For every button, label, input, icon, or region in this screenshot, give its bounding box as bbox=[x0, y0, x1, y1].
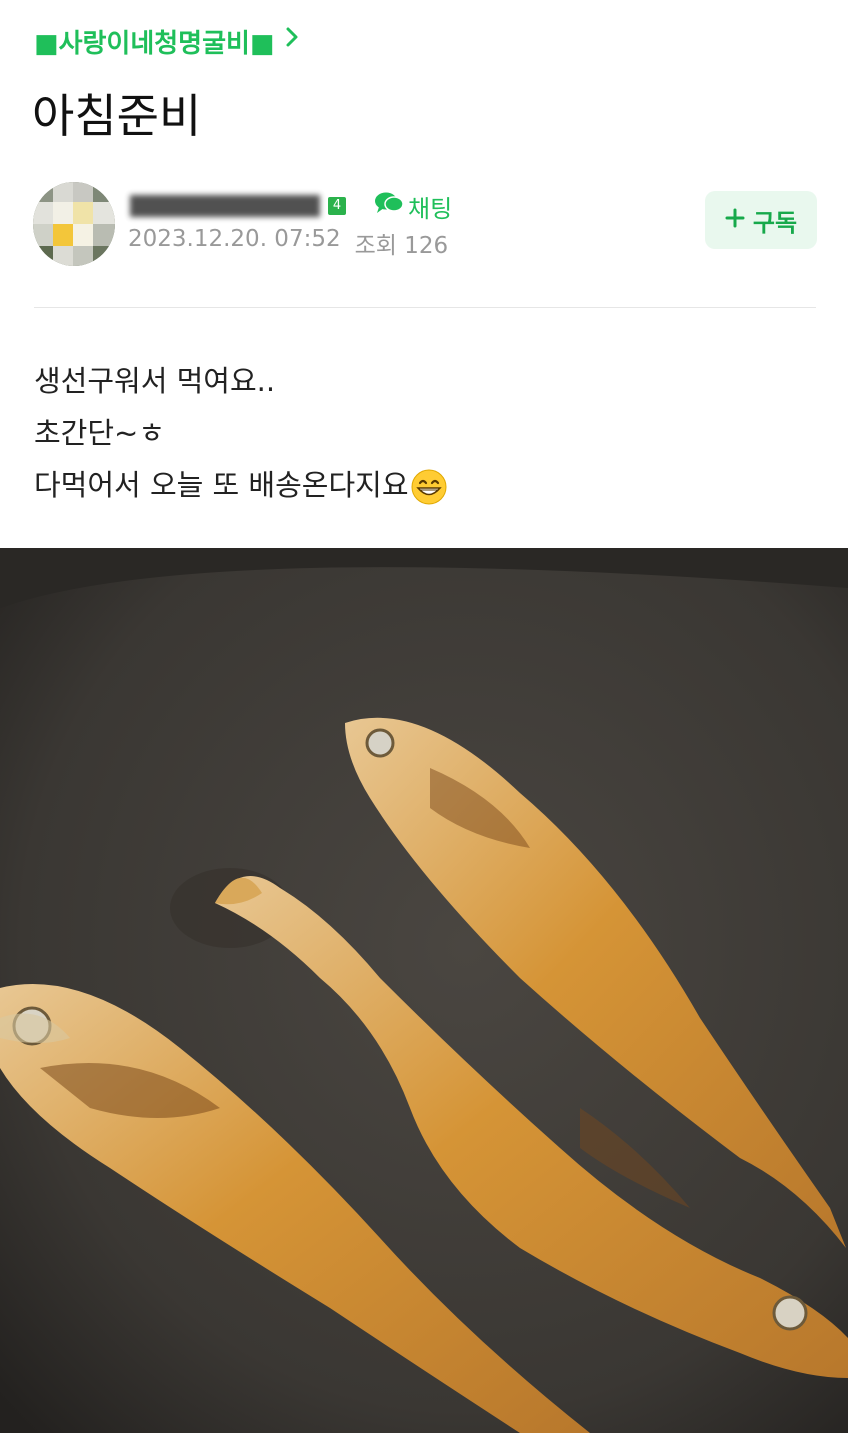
view-count: 조회 126 bbox=[354, 233, 449, 259]
body-line: 초간단~ㅎ bbox=[34, 416, 166, 450]
author-name[interactable]: ******** **** bbox=[130, 195, 320, 223]
subscribe-label: 구독 bbox=[752, 208, 798, 237]
subscribe-button[interactable]: 구독 bbox=[705, 191, 817, 249]
chat-button[interactable]: 채팅 bbox=[374, 189, 452, 224]
post-date: 2023.12.20. 07:52 bbox=[128, 226, 341, 252]
cafe-name: ■사랑이네청명굴비■ bbox=[34, 28, 275, 59]
cafe-name-link[interactable]: ■사랑이네청명굴비■ bbox=[34, 22, 299, 60]
body-line: 다먹어서 오늘 또 배송온다지요 bbox=[34, 468, 409, 502]
chevron-right-icon bbox=[285, 25, 299, 55]
body-line: 생선구워서 먹여요.. bbox=[34, 364, 276, 398]
header-divider bbox=[34, 307, 816, 308]
chat-bubble-icon bbox=[374, 191, 404, 221]
post-title: 아침준비 bbox=[32, 89, 202, 143]
member-grade-badge: 4 bbox=[328, 197, 346, 215]
post-body: 생선구워서 먹여요.. 초간단~ㅎ 다먹어서 오늘 또 배송온다지요 bbox=[34, 355, 447, 511]
post-photo[interactable] bbox=[0, 548, 848, 1433]
plus-icon bbox=[725, 206, 745, 234]
grinning-face-icon bbox=[411, 469, 447, 505]
author-avatar[interactable] bbox=[33, 182, 115, 266]
body-line-with-emoji: 다먹어서 오늘 또 배송온다지요 bbox=[34, 459, 447, 511]
chat-label: 채팅 bbox=[408, 194, 453, 223]
